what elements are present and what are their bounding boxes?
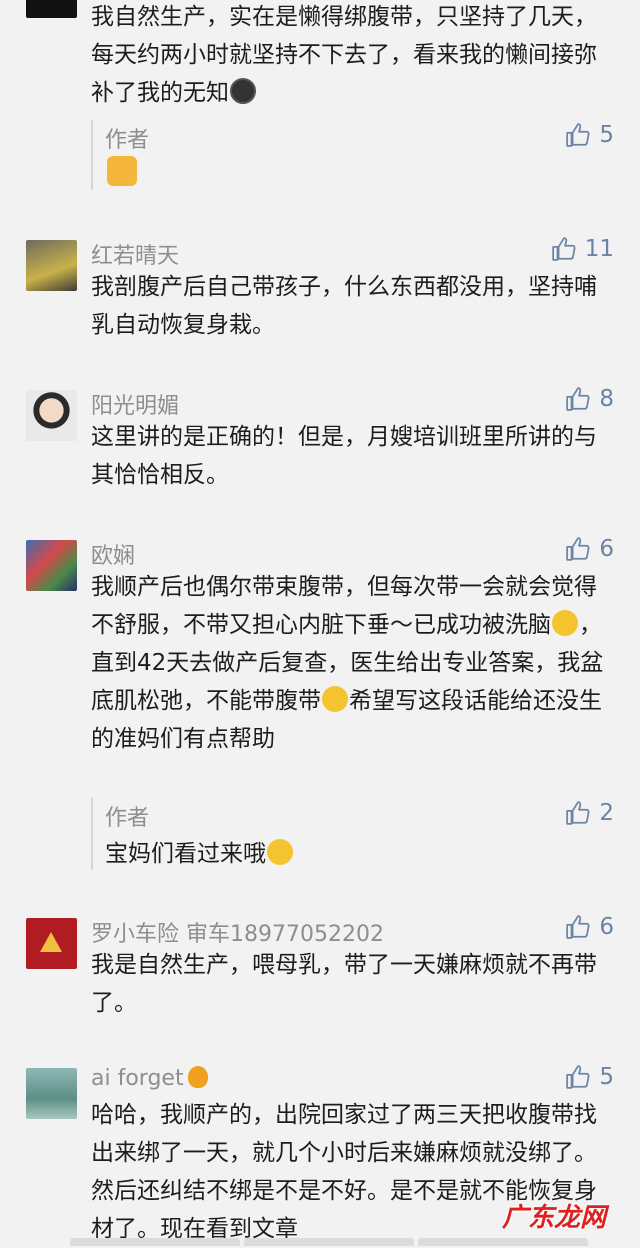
thumb-up-icon <box>566 915 590 939</box>
commenter-name[interactable]: ai forget <box>91 1066 208 1091</box>
like-button[interactable]: 6 <box>565 914 614 940</box>
reply-author: 作者 <box>105 128 150 153</box>
avatar[interactable] <box>26 540 77 591</box>
crying-emoji-icon <box>552 610 578 636</box>
like-count: 2 <box>599 800 614 826</box>
thumb-up-icon <box>552 237 576 261</box>
avatar[interactable] <box>26 918 77 969</box>
toolbar-tab[interactable] <box>244 1238 414 1246</box>
thumbs-up-emoji-icon <box>107 156 137 186</box>
comment-text: 我是自然生产，喂母乳，带了一天嫌麻烦就不再带了。 <box>91 952 597 1016</box>
like-button[interactable]: 11 <box>551 236 614 262</box>
like-count: 5 <box>599 122 614 148</box>
avatar[interactable] <box>26 390 77 441</box>
avatar[interactable] <box>26 1068 77 1119</box>
author-reply: 作者 <box>91 120 613 190</box>
like-button[interactable]: 5 <box>565 122 614 148</box>
like-count: 8 <box>599 386 614 412</box>
comment-text: 我自然生产，实在是懒得绑腹带，只坚持了几天，每天约两小时就坚持不下去了，看来我的… <box>91 4 597 106</box>
commenter-name[interactable]: 阳光明媚 <box>91 388 179 420</box>
thumb-up-icon <box>566 387 590 411</box>
thumb-up-icon <box>566 537 590 561</box>
toolbar-tab[interactable] <box>418 1238 588 1246</box>
like-count: 6 <box>599 536 614 562</box>
commenter-name[interactable]: 罗小车险 审车18977052202 <box>91 916 384 948</box>
bottom-toolbar <box>0 1238 640 1246</box>
kiss-emoji-icon <box>267 839 293 865</box>
owl-emoji-icon <box>230 78 256 104</box>
comment-text: 这里讲的是正确的！但是，月嫂培训班里所讲的与其恰恰相反。 <box>91 424 597 488</box>
avatar[interactable] <box>26 0 77 18</box>
like-button[interactable]: 2 <box>565 800 614 826</box>
thumb-up-icon <box>566 123 590 147</box>
like-count: 11 <box>584 236 614 262</box>
commenter-name[interactable]: 红若晴天 <box>91 238 179 270</box>
thumb-up-icon <box>566 1065 590 1089</box>
toolbar-tab[interactable] <box>70 1238 240 1246</box>
laughing-tears-emoji-icon <box>322 686 348 712</box>
comment-text: 我剖腹产后自己带孩子，什么东西都没用，坚持哺乳自动恢复身栽。 <box>91 274 597 338</box>
logo-icon <box>40 932 62 952</box>
like-count: 6 <box>599 914 614 940</box>
flame-icon <box>187 1066 208 1088</box>
reply-author: 作者 <box>105 806 150 831</box>
like-button[interactable]: 5 <box>565 1064 614 1090</box>
author-reply: 作者 宝妈们看过来哦 <box>91 798 613 870</box>
like-count: 5 <box>599 1064 614 1090</box>
reply-text: 宝妈们看过来哦 <box>105 834 294 868</box>
avatar[interactable] <box>26 240 77 291</box>
comment-text: 我顺产后也偶尔带束腹带，但每次带一会就会觉得不舒服，不带又担心内脏下垂～已成功被… <box>91 574 604 752</box>
thumb-up-icon <box>566 801 590 825</box>
site-watermark: 广东龙网 <box>501 1203 606 1233</box>
like-button[interactable]: 6 <box>565 536 614 562</box>
like-button[interactable]: 8 <box>565 386 614 412</box>
commenter-name[interactable]: 欧娴 <box>91 538 135 570</box>
